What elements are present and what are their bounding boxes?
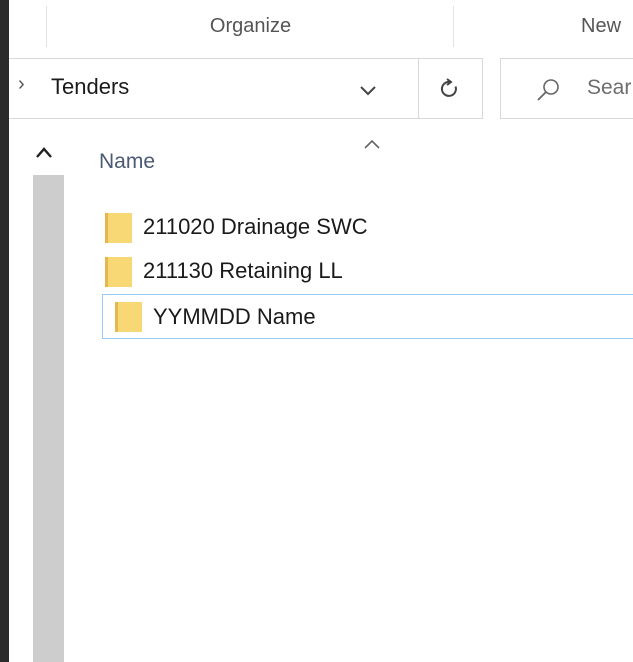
address-bar[interactable]: › Tenders — [9, 58, 419, 119]
chevron-up-icon — [36, 147, 52, 158]
column-header-label: Name — [99, 150, 156, 173]
list-item[interactable]: 211130 Retaining LL — [93, 249, 633, 293]
refresh-button[interactable] — [418, 58, 483, 119]
folder-icon — [115, 302, 142, 332]
ribbon-group-clipped — [9, 6, 47, 47]
folder-icon — [105, 256, 132, 287]
search-icon — [537, 79, 559, 101]
explorer-window: Organize New › Tenders Sear Name 211020 … — [9, 0, 633, 662]
list-item-name: YYMMDD Name — [153, 303, 316, 329]
column-header-name[interactable]: Name — [99, 150, 155, 174]
ribbon-group-new[interactable]: New — [453, 6, 633, 47]
ribbon-group-label: New — [581, 15, 622, 37]
list-item[interactable]: 211020 Drainage SWC — [93, 205, 633, 249]
breadcrumb-separator: › — [18, 73, 25, 95]
breadcrumb-current-folder[interactable]: Tenders — [51, 74, 129, 100]
refresh-icon — [440, 77, 457, 97]
ribbon-group-organize[interactable]: Organize — [46, 6, 454, 47]
navigation-pane-scrollbar[interactable] — [21, 131, 67, 662]
ribbon-group-labels: Organize New — [9, 6, 633, 48]
chevron-down-icon[interactable] — [357, 79, 379, 101]
scroll-up-button[interactable] — [21, 131, 67, 175]
sort-ascending-icon — [364, 139, 380, 149]
list-item-name: 211130 Retaining LL — [143, 258, 343, 283]
search-placeholder: Sear — [587, 76, 632, 99]
folder-icon — [105, 212, 132, 243]
search-input[interactable]: Sear — [500, 58, 633, 119]
ribbon-group-label: Organize — [209, 15, 292, 37]
list-item[interactable]: YYMMDD Name — [102, 294, 633, 339]
file-list: Name 211020 Drainage SWC 211130 Retainin… — [67, 131, 633, 662]
scrollbar-thumb[interactable] — [33, 175, 64, 662]
list-item-name: 211020 Drainage SWC — [143, 214, 368, 239]
address-row: › Tenders Sear — [9, 47, 633, 131]
